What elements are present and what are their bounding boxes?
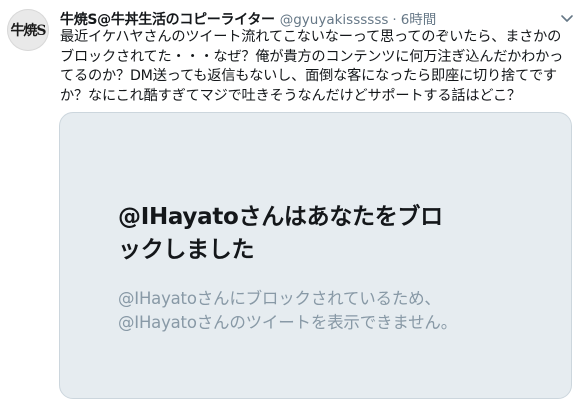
avatar-text: 牛焼S: [10, 23, 46, 39]
tweet-timestamp[interactable]: 6時間: [401, 8, 437, 28]
user-handle[interactable]: @gyuyakissssss: [280, 12, 389, 28]
blocked-subtitle-line: @IHayatoさんにブロックされているため、: [118, 289, 441, 308]
avatar[interactable]: 牛焼S: [7, 9, 49, 51]
tweet-text-line: 最近イケハヤさんのツイート流れてこないなーって思ってのぞいたら、まさかの: [60, 29, 562, 45]
blocked-title: @IHayatoさんはあなたをブロ ックしました: [118, 201, 518, 267]
tweet-text-line: ブロックされてた・・・なぜ？俺が貴方のコンテンツに何万注ぎ込んだかわかっ: [60, 48, 564, 65]
header-separator: ·: [392, 12, 397, 28]
blocked-notice-card: @IHayatoさんはあなたをブロ ックしました @IHayatoさんにブロック…: [59, 112, 572, 399]
tweet-text-line: てるのか？DM送っても返信もないし、面倒な客になったら即座に切り捨てです: [60, 68, 557, 84]
tweet: 牛焼S 牛焼S@牛丼生活のコピーライター @gyuyakissssss · 6時…: [0, 0, 585, 409]
blocked-title-line: @IHayatoさんはあなたをブロ: [118, 204, 443, 230]
tweet-header: 牛焼S@牛丼生活のコピーライター @gyuyakissssss · 6時間: [60, 8, 436, 28]
tweet-text-line: か？なにこれ酷すぎてマジで吐きそうなんだけどサポートする話はどこ？: [60, 87, 521, 104]
display-name[interactable]: 牛焼S@牛丼生活のコピーライター: [60, 9, 275, 29]
tweet-text: 最近イケハヤさんのツイート流れてこないなーって思ってのぞいたら、まさかの ブロッ…: [60, 28, 575, 106]
blocked-subtitle-line: @IHayatoさんのツイートを表示できません。: [118, 313, 458, 332]
blocked-title-line: ックしました: [118, 237, 255, 263]
chevron-down-icon[interactable]: [558, 9, 576, 27]
blocked-subtitle: @IHayatoさんにブロックされているため、 @IHayatoさんのツイートを…: [118, 287, 538, 335]
